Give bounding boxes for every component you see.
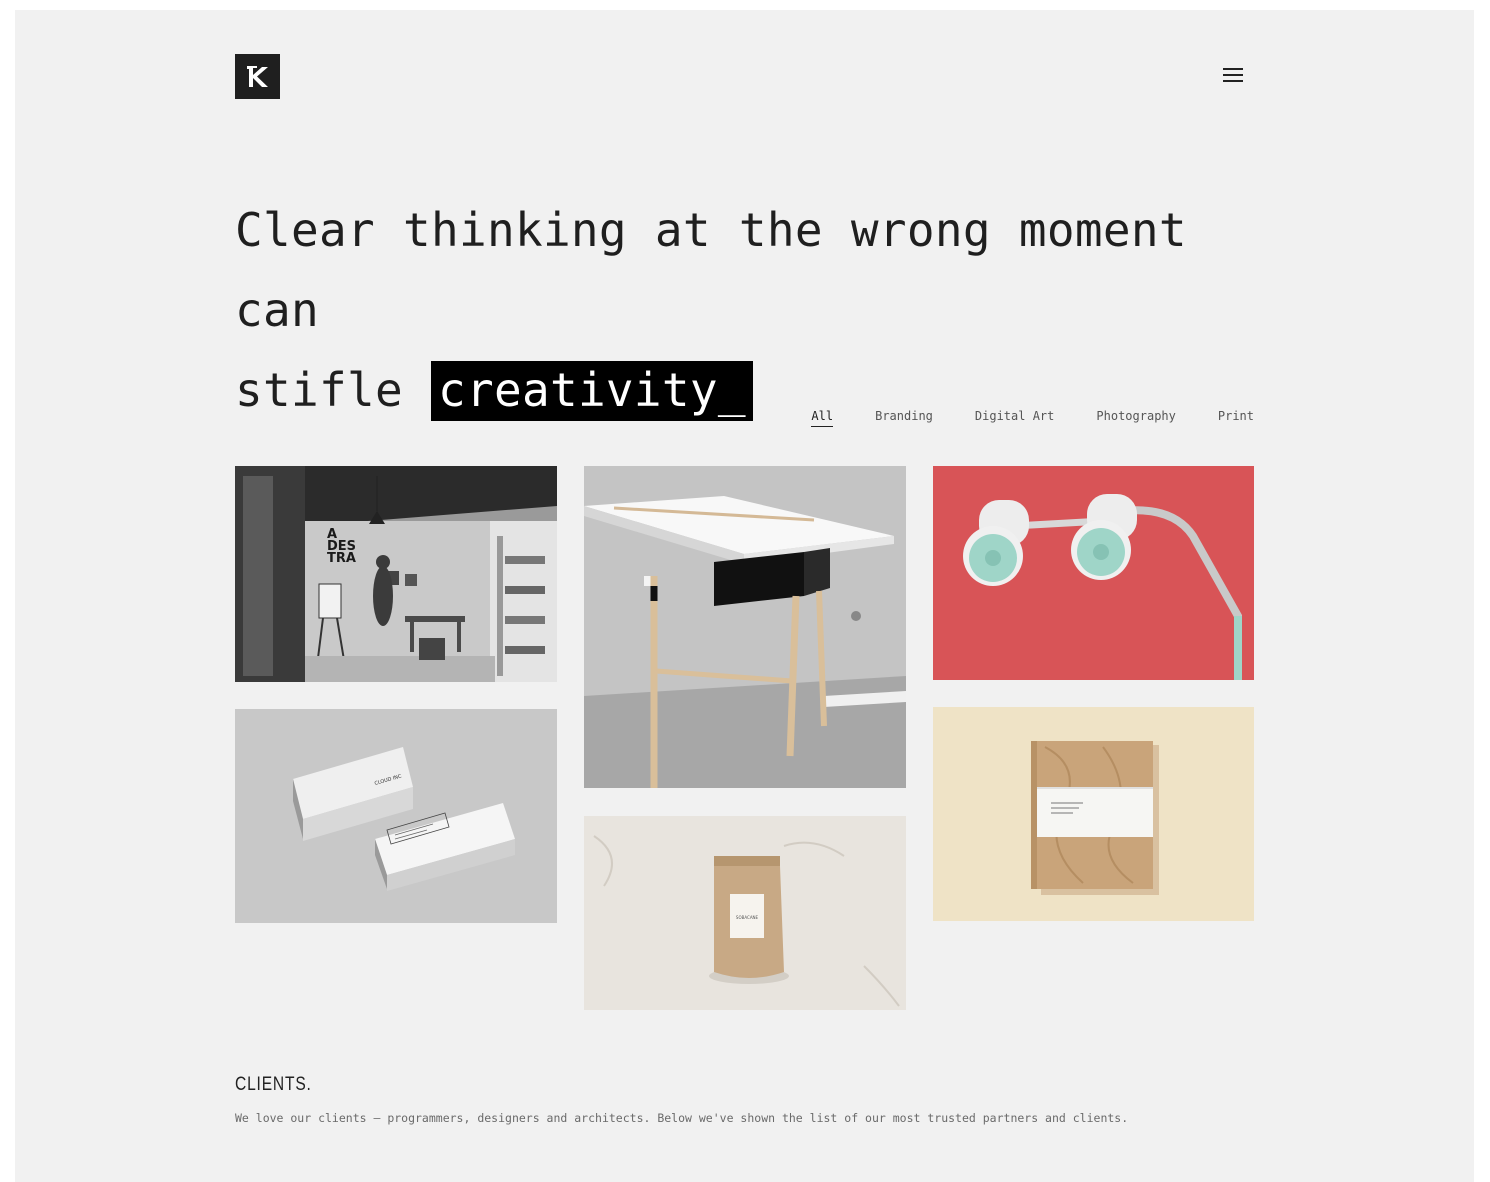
filter-all[interactable]: All <box>811 409 834 427</box>
hero-highlight: creativity_ <box>430 361 753 421</box>
wooden-notebook-mockup[interactable] <box>933 707 1254 921</box>
k-logo-glyph <box>246 65 268 87</box>
lamps-on-red-photo[interactable] <box>933 466 1254 680</box>
hero-headline: Clear thinking at the wrong moment can s… <box>235 190 1275 430</box>
portfolio-filters: All Branding Digital Art Photography Pri… <box>811 409 1254 427</box>
svg-text:TRA: TRA <box>327 551 356 566</box>
hero-line-1: Clear thinking at the wrong moment can <box>235 203 1187 337</box>
filter-branding[interactable]: Branding <box>875 409 933 427</box>
k-logo-icon[interactable] <box>235 54 280 99</box>
coffee-pouch-mockup[interactable]: SOBACANE <box>584 816 906 1010</box>
pouch-label-text: SOBACANE <box>736 915 759 920</box>
business-cards-mockup[interactable]: CLOUD INC <box>235 709 557 923</box>
hero-line-2-prefix: stifle <box>235 363 403 417</box>
page: Clear thinking at the wrong moment can s… <box>15 10 1474 1182</box>
hamburger-menu-icon[interactable] <box>1221 64 1249 88</box>
studio-office-photo[interactable]: A DES TRA <box>235 466 557 682</box>
filter-print[interactable]: Print <box>1218 409 1254 427</box>
filter-photography[interactable]: Photography <box>1096 409 1175 427</box>
clients-description: We love our clients — programmers, desig… <box>235 1111 1129 1125</box>
white-table-photo[interactable] <box>584 466 906 788</box>
clients-title: CLIENTS. <box>235 1074 312 1095</box>
filter-digital-art[interactable]: Digital Art <box>975 409 1054 427</box>
